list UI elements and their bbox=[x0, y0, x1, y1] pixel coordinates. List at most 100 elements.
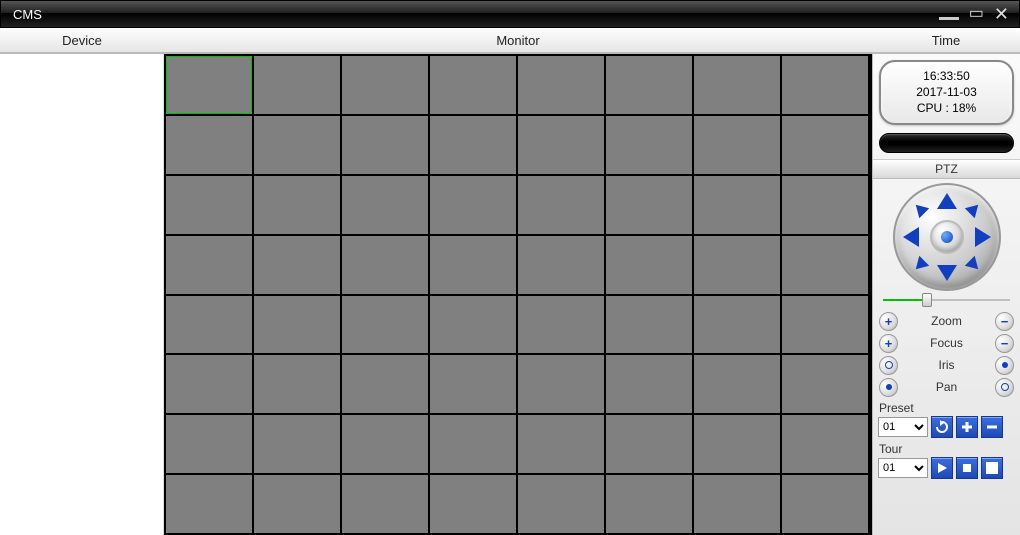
video-tile[interactable] bbox=[254, 116, 340, 174]
video-tile[interactable] bbox=[342, 176, 428, 234]
ptz-header: PTZ bbox=[873, 159, 1020, 179]
video-tile[interactable] bbox=[254, 176, 340, 234]
video-tile[interactable] bbox=[342, 355, 428, 413]
preset-remove-button[interactable] bbox=[981, 416, 1003, 438]
video-tile[interactable] bbox=[254, 236, 340, 294]
video-tile[interactable] bbox=[430, 475, 516, 533]
video-tile[interactable] bbox=[254, 415, 340, 473]
video-grid bbox=[166, 56, 868, 533]
video-tile[interactable] bbox=[782, 415, 868, 473]
video-tile[interactable] bbox=[342, 56, 428, 114]
video-tile[interactable] bbox=[782, 116, 868, 174]
video-tile[interactable] bbox=[518, 56, 604, 114]
ptz-iris-plus-button[interactable] bbox=[879, 356, 898, 375]
ptz-left-button[interactable] bbox=[903, 227, 919, 247]
video-tile[interactable] bbox=[694, 475, 780, 533]
ptz-upleft-button[interactable] bbox=[910, 199, 928, 217]
video-tile[interactable] bbox=[606, 415, 692, 473]
video-tile[interactable] bbox=[430, 236, 516, 294]
video-tile[interactable] bbox=[254, 56, 340, 114]
video-tile[interactable] bbox=[342, 296, 428, 354]
video-tile[interactable] bbox=[694, 296, 780, 354]
video-tile[interactable] bbox=[430, 355, 516, 413]
video-tile[interactable] bbox=[254, 296, 340, 354]
video-tile[interactable] bbox=[430, 116, 516, 174]
video-tile[interactable] bbox=[694, 116, 780, 174]
video-tile[interactable] bbox=[606, 116, 692, 174]
video-tile[interactable] bbox=[606, 296, 692, 354]
video-tile[interactable] bbox=[430, 415, 516, 473]
close-icon[interactable]: ✕ bbox=[994, 5, 1009, 23]
video-tile[interactable] bbox=[518, 236, 604, 294]
video-tile[interactable] bbox=[694, 415, 780, 473]
preset-add-button[interactable] bbox=[956, 416, 978, 438]
preset-go-button[interactable] bbox=[931, 416, 953, 438]
video-tile[interactable] bbox=[166, 236, 252, 294]
video-tile[interactable] bbox=[518, 176, 604, 234]
video-tile[interactable] bbox=[518, 296, 604, 354]
video-tile[interactable] bbox=[518, 415, 604, 473]
ptz-zoom-plus-button[interactable]: + bbox=[879, 312, 898, 331]
video-tile[interactable] bbox=[782, 475, 868, 533]
video-tile[interactable] bbox=[430, 56, 516, 114]
video-tile[interactable] bbox=[342, 236, 428, 294]
ptz-downleft-button[interactable] bbox=[910, 255, 928, 273]
tour-stop-button[interactable] bbox=[956, 457, 978, 479]
ptz-speed-slider[interactable] bbox=[883, 295, 1010, 305]
tour-select[interactable]: 01 bbox=[878, 458, 928, 478]
ptz-pan-plus-button[interactable] bbox=[879, 378, 898, 397]
ptz-downright-button[interactable] bbox=[964, 255, 982, 273]
ptz-dpad bbox=[893, 183, 1001, 291]
video-tile[interactable] bbox=[166, 415, 252, 473]
video-tile[interactable] bbox=[694, 176, 780, 234]
video-tile[interactable] bbox=[606, 176, 692, 234]
ptz-up-button[interactable] bbox=[937, 193, 957, 209]
video-tile[interactable] bbox=[782, 355, 868, 413]
minimize-icon[interactable] bbox=[939, 5, 959, 23]
status-bar bbox=[879, 133, 1014, 153]
ptz-right-button[interactable] bbox=[975, 227, 991, 247]
video-tile[interactable] bbox=[606, 236, 692, 294]
tour-grid-button[interactable] bbox=[981, 457, 1003, 479]
video-tile[interactable] bbox=[430, 296, 516, 354]
video-tile[interactable] bbox=[518, 475, 604, 533]
video-tile[interactable] bbox=[782, 176, 868, 234]
ptz-upright-button[interactable] bbox=[964, 199, 982, 217]
video-tile[interactable] bbox=[694, 56, 780, 114]
video-tile[interactable] bbox=[694, 236, 780, 294]
ptz-focus-minus-button[interactable]: − bbox=[995, 334, 1014, 353]
ptz-focus-plus-button[interactable]: + bbox=[879, 334, 898, 353]
maximize-icon[interactable]: ▭ bbox=[969, 6, 984, 22]
video-tile[interactable] bbox=[782, 296, 868, 354]
ptz-pan-minus-button[interactable] bbox=[995, 378, 1014, 397]
video-tile[interactable] bbox=[342, 475, 428, 533]
video-tile[interactable] bbox=[518, 116, 604, 174]
video-tile[interactable] bbox=[606, 475, 692, 533]
header-monitor: Monitor bbox=[164, 33, 872, 48]
status-date: 2017-11-03 bbox=[885, 84, 1008, 100]
video-tile[interactable] bbox=[782, 56, 868, 114]
ptz-focus-label: Focus bbox=[923, 336, 971, 350]
video-tile[interactable] bbox=[166, 116, 252, 174]
video-tile[interactable] bbox=[166, 355, 252, 413]
video-tile[interactable] bbox=[254, 355, 340, 413]
video-tile[interactable] bbox=[606, 355, 692, 413]
video-tile[interactable] bbox=[518, 355, 604, 413]
ptz-center-button[interactable] bbox=[930, 220, 964, 254]
video-tile[interactable] bbox=[342, 116, 428, 174]
video-tile[interactable] bbox=[166, 296, 252, 354]
ptz-down-button[interactable] bbox=[937, 265, 957, 281]
video-tile[interactable] bbox=[342, 415, 428, 473]
ptz-zoom-minus-button[interactable]: − bbox=[995, 312, 1014, 331]
ptz-iris-minus-button[interactable] bbox=[995, 356, 1014, 375]
video-tile[interactable] bbox=[430, 176, 516, 234]
video-tile[interactable] bbox=[166, 56, 252, 114]
video-tile[interactable] bbox=[166, 475, 252, 533]
video-tile[interactable] bbox=[166, 176, 252, 234]
preset-select[interactable]: 01 bbox=[878, 417, 928, 437]
video-tile[interactable] bbox=[782, 236, 868, 294]
video-tile[interactable] bbox=[254, 475, 340, 533]
video-tile[interactable] bbox=[606, 56, 692, 114]
video-tile[interactable] bbox=[694, 355, 780, 413]
tour-play-button[interactable] bbox=[931, 457, 953, 479]
